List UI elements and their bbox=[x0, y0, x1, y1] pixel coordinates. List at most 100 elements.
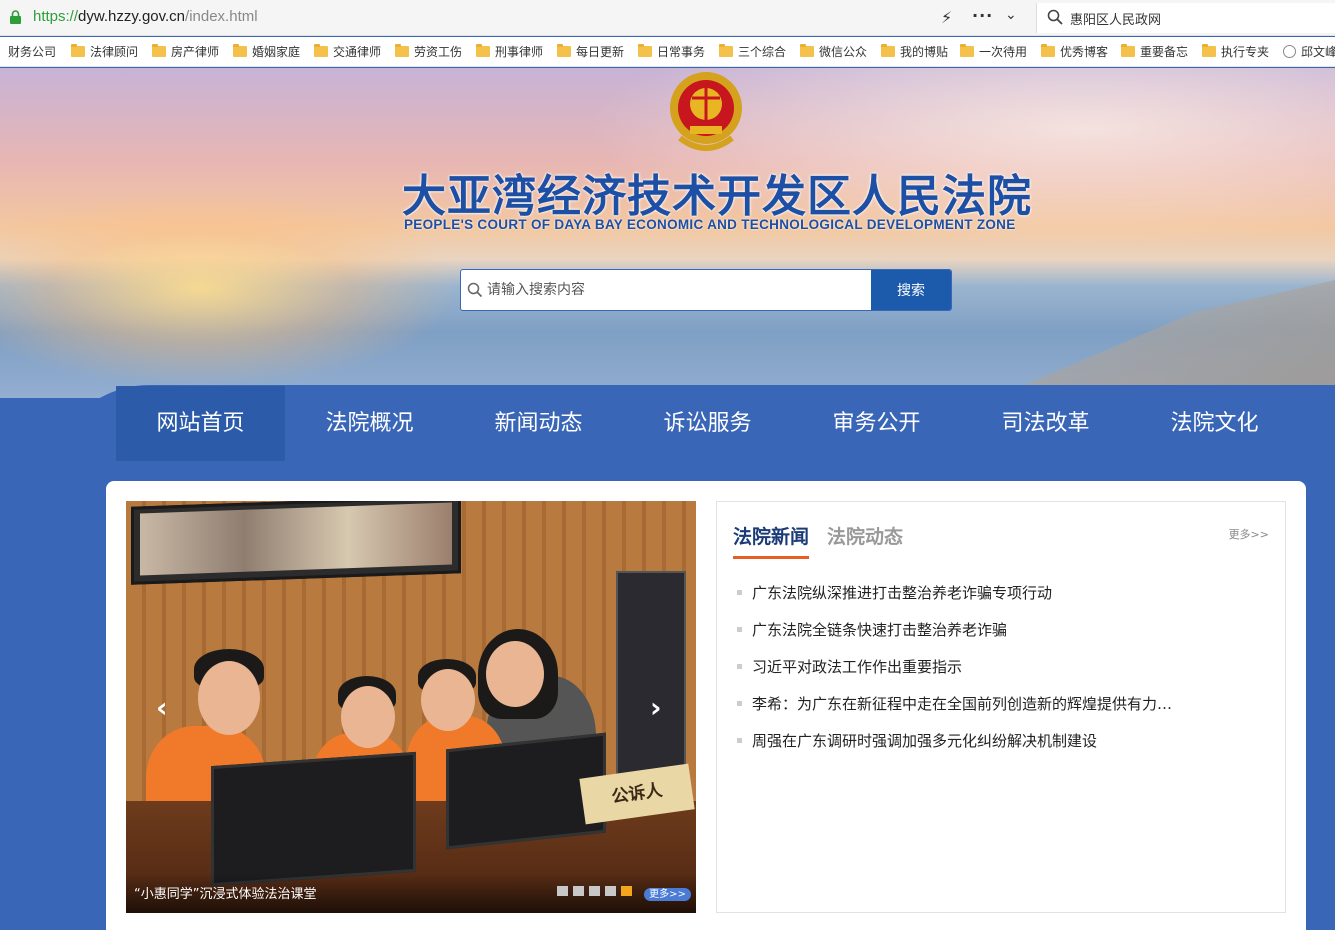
folder-icon bbox=[800, 44, 814, 57]
folder-icon bbox=[314, 44, 328, 57]
bookmark-item[interactable]: 邱文峰 bbox=[1283, 43, 1335, 60]
folder-icon bbox=[233, 44, 247, 57]
bookmark-item[interactable]: 刑事律师 bbox=[476, 43, 543, 60]
browser-search-text: 惠阳区人民政网 bbox=[1070, 13, 1162, 28]
news-list: 广东法院纵深推进打击整治养老诈骗专项行动广东法院全链条快速打击整治养老诈骗习近平… bbox=[737, 574, 1207, 759]
slider-dot[interactable] bbox=[621, 886, 632, 896]
search-input[interactable] bbox=[487, 270, 867, 310]
slider-dot[interactable] bbox=[589, 886, 600, 896]
slider-dot[interactable] bbox=[573, 886, 584, 896]
slider-prev-arrow-icon[interactable]: ‹ bbox=[156, 691, 168, 724]
search-icon bbox=[1047, 9, 1063, 25]
browser-address-bar: https://dyw.hzzy.gov.cn/index.html ⚡ ···… bbox=[0, 0, 1335, 36]
folder-icon bbox=[1202, 44, 1216, 57]
bookmark-label: 我的博贴 bbox=[900, 45, 949, 59]
bookmark-item[interactable]: 日常事务 bbox=[638, 43, 705, 60]
folder-icon bbox=[557, 44, 571, 57]
nav-item[interactable]: 法院概况 bbox=[285, 386, 454, 461]
nav-item[interactable]: 诉讼服务 bbox=[623, 386, 792, 461]
nav-item[interactable]: 法院文化 bbox=[1130, 386, 1299, 461]
nav-item[interactable]: 新闻动态 bbox=[454, 386, 623, 461]
slide-caption[interactable]: “小惠同学”沉浸式体验法治课堂 bbox=[134, 883, 316, 902]
nav-item[interactable]: 网站首页 bbox=[116, 386, 285, 461]
url-field[interactable]: https://dyw.hzzy.gov.cn/index.html bbox=[33, 8, 258, 25]
folder-icon bbox=[152, 44, 166, 57]
folder-icon bbox=[71, 44, 85, 57]
bookmark-label: 交通律师 bbox=[333, 45, 382, 59]
bookmark-label: 刑事律师 bbox=[495, 45, 544, 59]
bookmark-item[interactable]: 婚姻家庭 bbox=[233, 43, 300, 60]
photo-slider[interactable]: 公诉人 ‹ › “小惠同学”沉浸式体验法治课堂 更多>> bbox=[126, 501, 696, 913]
bookmark-label: 重要备忘 bbox=[1140, 45, 1189, 59]
more-dots-icon[interactable]: ··· bbox=[972, 6, 993, 25]
site-search: 搜索 bbox=[460, 269, 952, 311]
folder-icon bbox=[395, 44, 409, 57]
chevron-down-icon[interactable]: ⌄ bbox=[1005, 7, 1017, 23]
bullet-icon bbox=[737, 590, 742, 595]
bookmark-item[interactable]: 财务公司 bbox=[8, 43, 56, 60]
bolt-icon[interactable]: ⚡ bbox=[941, 8, 952, 27]
lock-icon bbox=[10, 10, 21, 24]
main-nav: 网站首页 法院概况 新闻动态 诉讼服务 审务公开 司法改革 法院文化 bbox=[116, 386, 1299, 461]
bookmark-label: 劳资工伤 bbox=[414, 45, 463, 59]
bookmark-item[interactable]: 法律顾问 bbox=[71, 43, 138, 60]
tab-court-news[interactable]: 法院新闻 bbox=[733, 522, 810, 559]
bookmark-item[interactable]: 交通律师 bbox=[314, 43, 381, 60]
bookmark-item[interactable]: 执行专夹 bbox=[1202, 43, 1269, 60]
bullet-icon bbox=[737, 664, 742, 669]
courtroom-screen bbox=[131, 501, 461, 585]
slider-dot[interactable] bbox=[557, 886, 568, 896]
bookmark-item[interactable]: 一次待用 bbox=[960, 43, 1027, 60]
bookmarks-bar: 财务公司 法律顾问 房产律师 婚姻家庭 交通律师 劳资工伤 刑事律师 每日更新 日常事务 三个综合… bbox=[0, 37, 1335, 67]
news-item[interactable]: 广东法院纵深推进打击整治养老诈骗专项行动 bbox=[737, 574, 1207, 611]
folder-icon bbox=[1121, 44, 1135, 57]
monitor bbox=[211, 751, 416, 887]
news-item-title: 习近平对政法工作作出重要指示 bbox=[752, 658, 963, 676]
court-emblem-icon bbox=[670, 72, 742, 151]
news-item[interactable]: 周强在广东调研时强调加强多元化纠纷解决机制建设 bbox=[737, 722, 1207, 759]
news-item[interactable]: 李希：为广东在新征程中走在全国前列创造新的辉煌提供有力… bbox=[737, 685, 1207, 722]
folder-icon bbox=[638, 44, 652, 57]
news-item[interactable]: 习近平对政法工作作出重要指示 bbox=[737, 648, 1207, 685]
bookmark-label: 婚姻家庭 bbox=[252, 45, 301, 59]
bookmark-item[interactable]: 房产律师 bbox=[152, 43, 219, 60]
bullet-icon bbox=[737, 627, 742, 632]
bookmark-label: 优秀博客 bbox=[1060, 45, 1109, 59]
folder-icon bbox=[476, 44, 490, 57]
tab-court-updates[interactable]: 法院动态 bbox=[827, 522, 903, 549]
globe-icon bbox=[1283, 45, 1296, 58]
slider-more-link[interactable]: 更多>> bbox=[644, 888, 691, 901]
court-title-en: PEOPLE'S COURT OF DAYA BAY ECONOMIC AND … bbox=[404, 217, 1016, 232]
bookmark-item[interactable]: 劳资工伤 bbox=[395, 43, 462, 60]
slider-dots bbox=[551, 883, 638, 899]
court-title-cn: 大亚湾经济技术开发区人民法院 bbox=[402, 171, 1032, 222]
folder-icon bbox=[719, 44, 733, 57]
bookmark-item[interactable]: 每日更新 bbox=[557, 43, 624, 60]
bookmark-item[interactable]: 三个综合 bbox=[719, 43, 786, 60]
bookmark-item[interactable]: 优秀博客 bbox=[1041, 43, 1108, 60]
bookmark-label: 微信公众 bbox=[819, 45, 868, 59]
nav-item[interactable]: 司法改革 bbox=[961, 386, 1130, 461]
news-item-title: 李希：为广东在新征程中走在全国前列创造新的辉煌提供有力… bbox=[752, 695, 1173, 713]
bookmark-item[interactable]: 重要备忘 bbox=[1121, 43, 1188, 60]
slider-next-arrow-icon[interactable]: › bbox=[650, 691, 662, 724]
news-item-title: 广东法院纵深推进打击整治养老诈骗专项行动 bbox=[752, 584, 1053, 602]
bookmark-item[interactable]: 微信公众 bbox=[800, 43, 867, 60]
nav-item[interactable]: 审务公开 bbox=[792, 386, 961, 461]
bookmark-label: 执行专夹 bbox=[1221, 45, 1270, 59]
slider-dot[interactable] bbox=[605, 886, 616, 896]
browser-search-box[interactable]: 惠阳区人民政网 bbox=[1036, 3, 1335, 33]
bookmark-label: 日常事务 bbox=[657, 45, 706, 59]
news-more-link[interactable]: 更多>> bbox=[1229, 526, 1269, 542]
news-item[interactable]: 广东法院全链条快速打击整治养老诈骗 bbox=[737, 611, 1207, 648]
search-button[interactable]: 搜索 bbox=[871, 270, 951, 310]
bullet-icon bbox=[737, 738, 742, 743]
folder-icon bbox=[960, 44, 974, 57]
bookmark-label: 每日更新 bbox=[576, 45, 625, 59]
bookmark-item[interactable]: 我的博贴 bbox=[881, 43, 948, 60]
search-icon bbox=[467, 282, 483, 298]
bookmark-label: 财务公司 bbox=[8, 45, 57, 59]
news-item-title: 周强在广东调研时强调加强多元化纠纷解决机制建设 bbox=[752, 732, 1098, 750]
folder-icon bbox=[1041, 44, 1055, 57]
news-panel: 法院新闻 法院动态 更多>> 广东法院纵深推进打击整治养老诈骗专项行动广东法院全… bbox=[716, 501, 1286, 913]
